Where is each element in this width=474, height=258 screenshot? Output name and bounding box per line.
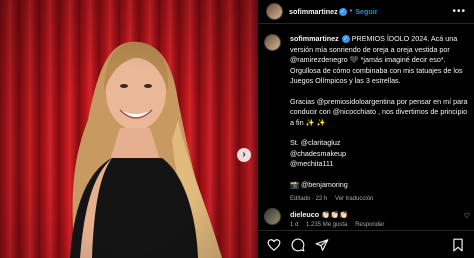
post-caption: sofimmartinez ✓ PREMIOS ÍDOLO 2024. Acá … (264, 34, 472, 205)
caption-username[interactable]: sofimmartinez (290, 34, 339, 43)
share-icon[interactable] (314, 237, 330, 253)
chevron-right-icon[interactable]: › (237, 148, 251, 162)
separator-dot: • (349, 8, 353, 15)
credit-line: @mechita111 (290, 159, 334, 168)
heart-icon[interactable] (266, 237, 282, 253)
credit-line: St. @claritagluz (290, 138, 341, 147)
comment-likes[interactable]: 1.235 Me gusta (306, 222, 347, 228)
comment-like-heart-icon[interactable]: ♡ (464, 212, 470, 220)
verified-badge-icon: ✓ (341, 35, 350, 44)
post-panel: sofimmartinez ✓ • Seguir ••• sofimmartin… (258, 0, 474, 258)
post-photo[interactable]: › (0, 0, 258, 258)
comment-text: 👏🏻👏🏻👏🏻 (321, 210, 349, 219)
caption-thanks: Gracias @premiosidoloargentina por pensa… (290, 96, 468, 127)
photo-credit: 📸 @benjamoring (290, 179, 348, 189)
comment-item: dieleuco 👏🏻👏🏻👏🏻 1 d 1.235 Me gusta Respo… (264, 208, 472, 228)
edited-timestamp: Editado · 22 h (290, 196, 328, 202)
follow-button[interactable]: Seguir (355, 7, 377, 16)
commenter-username[interactable]: dieleuco (290, 210, 319, 219)
verified-badge-icon: ✓ (338, 7, 347, 16)
reply-link[interactable]: Responder (355, 222, 384, 228)
comment-icon[interactable] (290, 237, 306, 253)
commenter-avatar[interactable] (264, 208, 281, 225)
post-header: sofimmartinez ✓ • Seguir ••• (258, 0, 474, 24)
avatar[interactable] (266, 3, 283, 20)
comment-age: 1 d (290, 222, 299, 228)
credit-line: @chadesmakeup (290, 148, 347, 158)
translate-link[interactable]: Ver traducción (335, 196, 373, 202)
caption-credits: St. @claritagluz @chadesmakeup @mechita1… (290, 138, 472, 170)
more-options-icon[interactable]: ••• (452, 6, 466, 17)
action-bar (258, 230, 474, 258)
bookmark-icon[interactable] (450, 237, 466, 253)
author-username[interactable]: sofimmartinez (289, 7, 338, 16)
caption-avatar[interactable] (264, 34, 281, 51)
photo-vignette (0, 0, 258, 258)
